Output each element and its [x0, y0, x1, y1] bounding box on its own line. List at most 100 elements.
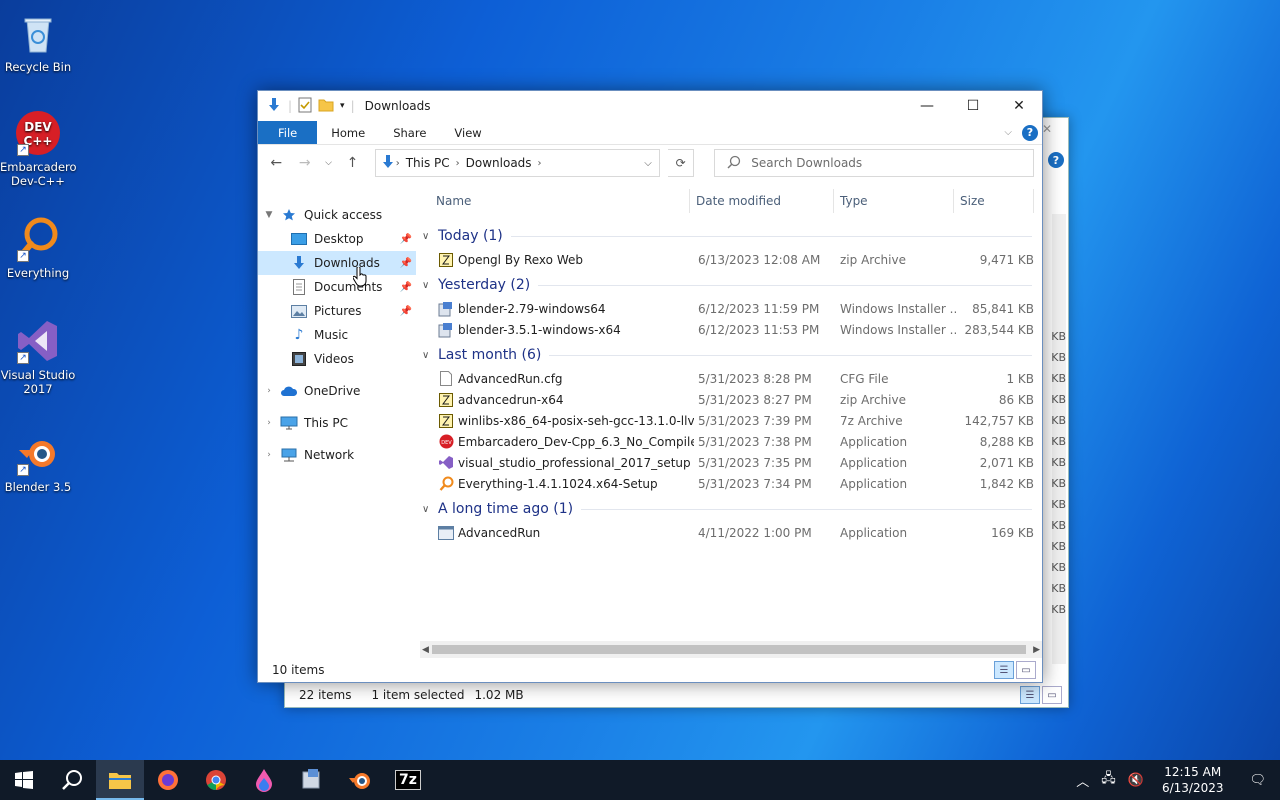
group-header[interactable]: ∨ Yesterday (2): [422, 272, 1034, 298]
collapse-chevron-icon[interactable]: ∨: [422, 504, 438, 515]
file-row[interactable]: blender-2.79-windows64 6/12/2023 11:59 PM…: [424, 298, 1034, 319]
chevron-right-icon[interactable]: ›: [258, 418, 280, 428]
nav-this-pc[interactable]: › This PC: [258, 411, 416, 435]
nav-pictures[interactable]: Pictures 📌: [258, 299, 416, 323]
details-view-icon[interactable]: ☰: [994, 661, 1014, 679]
chevron-right-icon[interactable]: ›: [258, 450, 280, 460]
desktop-icon-blender[interactable]: ↗ Blender 3.5: [0, 430, 76, 494]
pin-icon[interactable]: 📌: [400, 258, 412, 269]
breadcrumb-this-pc[interactable]: This PC: [400, 156, 456, 170]
scroll-left-icon[interactable]: ◀: [422, 645, 429, 655]
up-button[interactable]: ↑: [342, 155, 363, 171]
nav-documents[interactable]: Documents 📌: [258, 275, 416, 299]
nav-network[interactable]: › Network: [258, 443, 416, 467]
file-row[interactable]: AdvancedRun 4/11/2022 1:00 PM Application 1…: [424, 522, 1034, 543]
column-type[interactable]: Type: [834, 189, 954, 213]
help-icon[interactable]: ?: [1022, 124, 1038, 141]
pin-icon[interactable]: 📌: [400, 282, 412, 293]
navigation-bar: ← → ⌵ ↑ › This PC › Downloads › ⌵ ⟳ Sear…: [258, 145, 1042, 181]
large-icons-view-icon[interactable]: ▭: [1016, 661, 1036, 679]
back-help-icon[interactable]: ?: [1048, 152, 1064, 168]
desktop-icon-devcpp[interactable]: DEV C++ ↗ Embarcadero Dev-C++: [0, 110, 77, 188]
taskbar-firefox[interactable]: [144, 760, 192, 800]
tab-view[interactable]: View: [440, 121, 495, 144]
show-hidden-icons-icon[interactable]: ︿: [1070, 771, 1095, 790]
nav-music[interactable]: ♪ Music: [258, 323, 416, 347]
file-row[interactable]: DEV Embarcadero_Dev-Cpp_6.3_No_Compiler..…: [424, 431, 1034, 452]
file-row[interactable]: blender-3.5.1-windows-x64 6/12/2023 11:53…: [424, 319, 1034, 340]
desktop-icon-recycle-bin[interactable]: Recycle Bin: [0, 10, 76, 74]
clock[interactable]: 12:15 AM 6/13/2023: [1150, 764, 1236, 796]
file-row[interactable]: Everything-1.4.1.1024.x64-Setup 5/31/2023…: [424, 473, 1034, 494]
close-button[interactable]: ✕: [996, 91, 1042, 121]
collapse-chevron-icon[interactable]: ∨: [422, 231, 438, 242]
file-row[interactable]: winlibs-x86_64-posix-seh-gcc-13.1.0-llv.…: [424, 410, 1034, 431]
maximize-button[interactable]: ☐: [950, 91, 996, 121]
properties-icon[interactable]: [298, 97, 312, 116]
nav-quick-access[interactable]: ▼ Quick access: [258, 203, 416, 227]
notifications-icon[interactable]: 🗨: [1235, 773, 1280, 788]
group-header[interactable]: ∨ Today (1): [422, 223, 1034, 249]
minimize-button[interactable]: —: [904, 91, 950, 121]
pin-icon[interactable]: 📌: [400, 306, 412, 317]
group-header[interactable]: ∨ A long time ago (1): [422, 496, 1034, 522]
taskbar-file-explorer[interactable]: [96, 760, 144, 800]
taskbar-blender[interactable]: [336, 760, 384, 800]
address-dropdown-icon[interactable]: ⌵: [637, 158, 659, 169]
horizontal-scrollbar[interactable]: ◀ ▶: [420, 641, 1042, 658]
address-bar[interactable]: › This PC › Downloads › ⌵: [374, 149, 661, 177]
large-icons-view-icon[interactable]: ▭: [1042, 686, 1062, 704]
volume-muted-icon[interactable]: 🔇: [1122, 773, 1150, 788]
pin-icon[interactable]: 📌: [400, 234, 412, 245]
search-button[interactable]: [48, 760, 96, 800]
file-row[interactable]: visual_studio_professional_2017_setup 5/3…: [424, 452, 1034, 473]
scrollbar-thumb[interactable]: [432, 645, 1026, 654]
network-status-icon[interactable]: 🖧: [1095, 769, 1122, 791]
nav-videos[interactable]: Videos: [258, 347, 416, 371]
forward-button[interactable]: →: [295, 155, 316, 171]
tab-share[interactable]: Share: [379, 121, 440, 144]
chevron-right-icon[interactable]: ›: [258, 386, 280, 396]
title-bar[interactable]: | ▾ | Downloads — ☐ ✕: [258, 91, 1042, 121]
file-row[interactable]: AdvancedRun.cfg 5/31/2023 8:28 PM CFG File…: [424, 368, 1034, 389]
column-size[interactable]: Size: [954, 189, 1034, 213]
details-view-icon[interactable]: ☰: [1020, 686, 1040, 704]
tab-home[interactable]: Home: [317, 121, 379, 144]
desktop-icon-everything[interactable]: ↗ Everything: [0, 216, 76, 280]
file-row[interactable]: Opengl By Rexo Web 6/13/2023 12:08 AM zip …: [424, 249, 1034, 270]
taskbar-installer[interactable]: [288, 760, 336, 800]
chevron-down-icon[interactable]: ▼: [258, 210, 280, 220]
column-date-modified[interactable]: Date modified: [690, 189, 834, 213]
search-box[interactable]: Search Downloads: [714, 149, 1034, 177]
group-divider: [549, 354, 1032, 356]
taskbar-7zip[interactable]: 7z: [384, 760, 432, 800]
collapse-chevron-icon[interactable]: ∨: [422, 280, 438, 291]
column-name[interactable]: Name: [424, 189, 690, 213]
back-button[interactable]: ←: [266, 155, 287, 171]
nav-label: This PC: [304, 416, 348, 430]
new-folder-icon[interactable]: [318, 98, 334, 115]
taskbar-chrome[interactable]: [192, 760, 240, 800]
scroll-right-icon[interactable]: ▶: [1033, 645, 1040, 655]
taskbar-paint[interactable]: [240, 760, 288, 800]
search-input[interactable]: Search Downloads: [751, 156, 862, 170]
expand-ribbon-icon[interactable]: ⌵: [1004, 127, 1012, 138]
nav-desktop[interactable]: Desktop 📌: [258, 227, 416, 251]
file-date: 5/31/2023 8:28 PM: [698, 371, 812, 386]
nav-onedrive[interactable]: › OneDrive: [258, 379, 416, 403]
qat-dropdown-icon[interactable]: ▾: [340, 101, 345, 111]
breadcrumb-separator-icon[interactable]: ›: [538, 158, 542, 169]
recent-locations-icon[interactable]: ⌵: [323, 158, 334, 168]
tab-file[interactable]: File: [258, 121, 318, 144]
breadcrumb-downloads[interactable]: Downloads: [460, 156, 538, 170]
explorer-window[interactable]: | ▾ | Downloads — ☐ ✕ File Home Share Vi…: [257, 90, 1043, 683]
blender-icon: [349, 773, 370, 789]
nav-downloads[interactable]: Downloads 📌: [258, 251, 416, 275]
refresh-button[interactable]: ⟳: [668, 149, 695, 177]
collapse-chevron-icon[interactable]: ∨: [422, 350, 438, 361]
start-button[interactable]: [0, 760, 48, 800]
file-row[interactable]: advancedrun-x64 5/31/2023 8:27 PM zip Arch…: [424, 389, 1034, 410]
back-close-icon[interactable]: ✕: [1042, 122, 1052, 136]
desktop-icon-visual-studio[interactable]: ↗ Visual Studio 2017: [0, 318, 76, 396]
group-header[interactable]: ∨ Last month (6): [422, 342, 1034, 368]
